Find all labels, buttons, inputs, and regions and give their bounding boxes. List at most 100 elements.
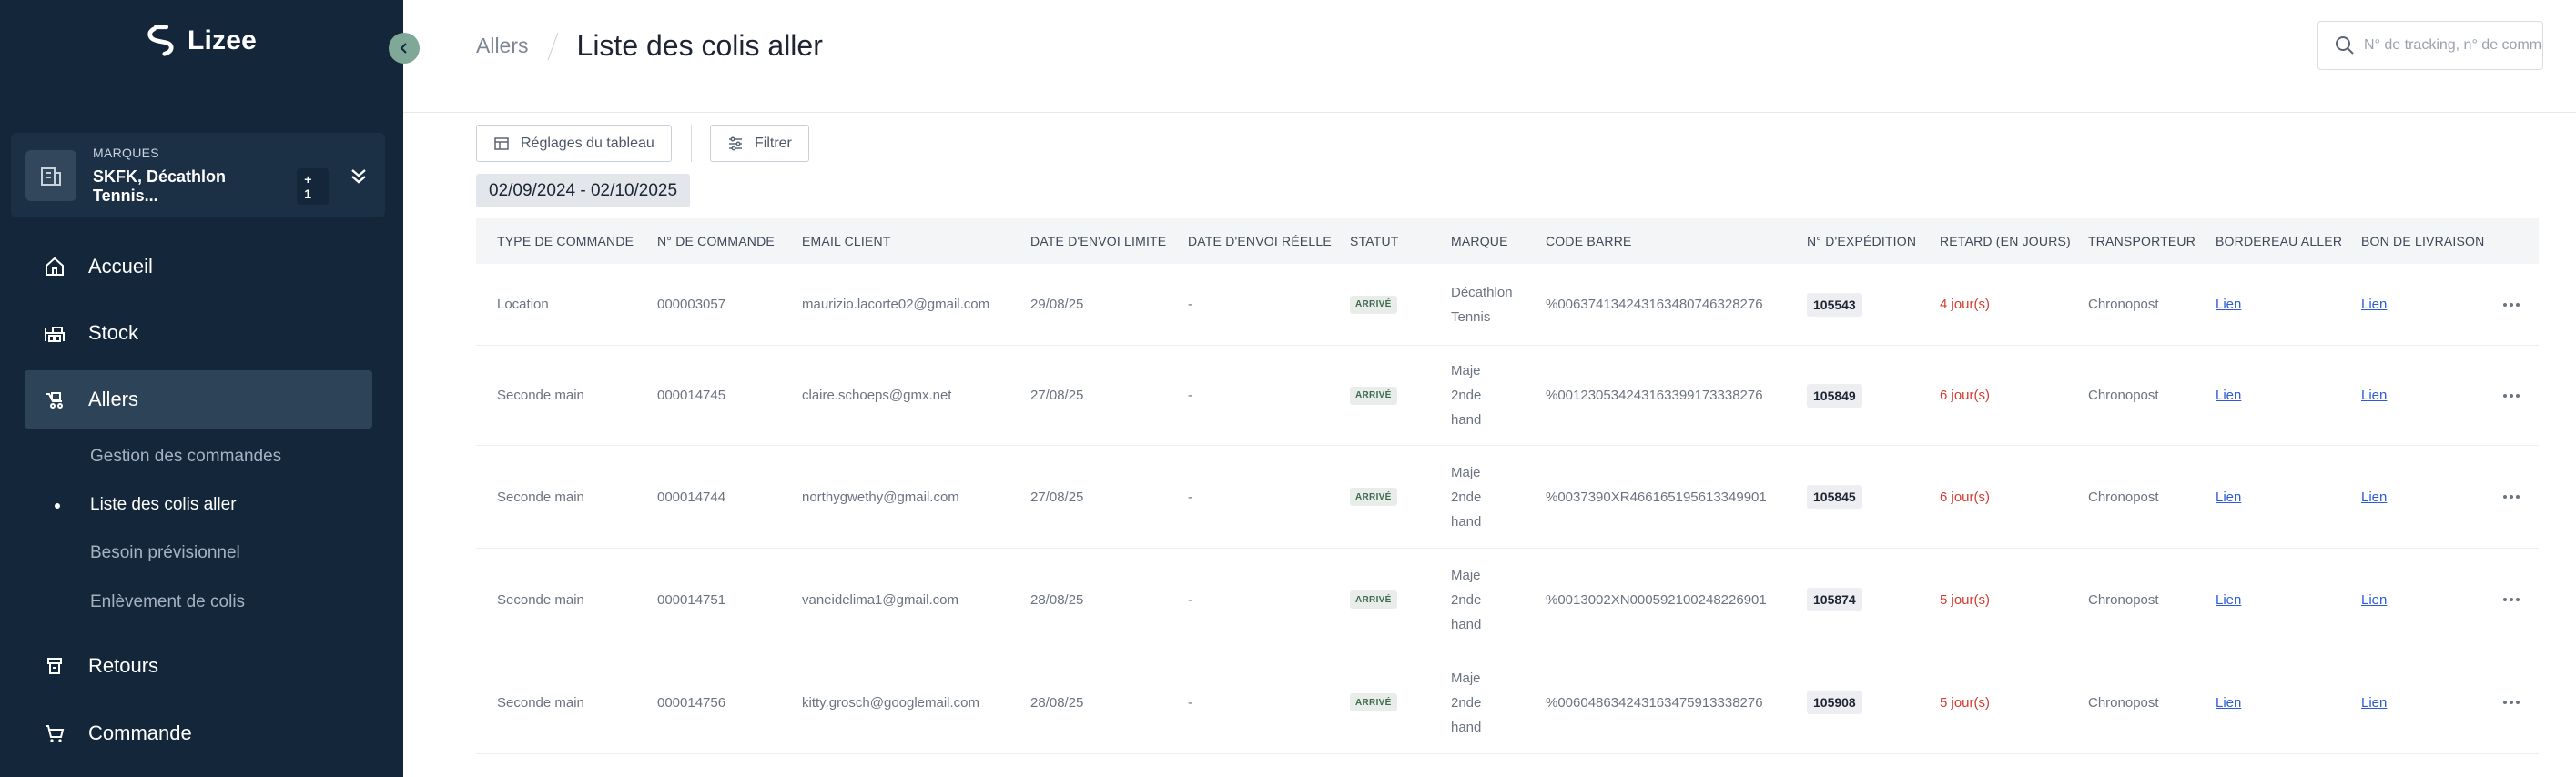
cell-order-number: 000014751 xyxy=(657,591,726,608)
cell-carrier: Chronopost xyxy=(2088,694,2159,711)
table-icon xyxy=(494,136,509,150)
subnav-liste-colis-aller[interactable]: Liste des colis aller xyxy=(90,495,237,515)
page-title: Liste des colis aller xyxy=(576,29,823,62)
cell-brand: Maje 2nde hand xyxy=(1451,567,1482,632)
cell-order-number: 000014744 xyxy=(657,489,726,505)
column-header[interactable]: DATE D'ENVOI RÉELLE xyxy=(1188,218,1332,264)
date-range-chip[interactable]: 02/09/2024 - 02/10/2025 xyxy=(476,174,691,207)
nav-label: Allers xyxy=(88,388,139,410)
table-row[interactable]: Location 000003057 maurizio.lacorte02@gm… xyxy=(476,264,2539,346)
search-input[interactable] xyxy=(2364,37,2542,54)
nav-label: Stock xyxy=(88,321,139,344)
cell-carrier: Chronopost xyxy=(2088,591,2159,608)
cell-order-number: 000014756 xyxy=(657,694,726,711)
filter-button[interactable]: Filtrer xyxy=(710,125,809,162)
shipment-number-badge: 105874 xyxy=(1807,588,1862,611)
outbound-slip-link[interactable]: Lien xyxy=(2216,489,2241,505)
parcels-table: TYPE DE COMMANDE N° DE COMMANDE EMAIL CL… xyxy=(476,218,2539,754)
nav-retours[interactable]: Retours xyxy=(25,637,372,695)
table-settings-button[interactable]: Réglages du tableau xyxy=(476,125,672,162)
cell-carrier: Chronopost xyxy=(2088,297,2159,312)
status-badge: ARRIVÉ xyxy=(1350,693,1397,711)
nav-commande[interactable]: Commande xyxy=(25,704,372,762)
cell-brand: Maje 2nde hand xyxy=(1451,363,1482,428)
subnav-gestion-commandes[interactable]: Gestion des commandes xyxy=(90,447,281,467)
delivery-note-link[interactable]: Lien xyxy=(2361,592,2387,608)
nav-stock[interactable]: Stock xyxy=(25,304,372,362)
subnav-besoin-previsionnel[interactable]: Besoin prévisionnel xyxy=(90,543,240,563)
column-header[interactable]: N° DE COMMANDE xyxy=(657,218,775,264)
page-header: Allers Liste des colis aller xyxy=(403,0,2576,113)
search-box[interactable] xyxy=(2317,21,2543,70)
cell-real-date: - xyxy=(1188,489,1192,505)
delivery-note-link[interactable]: Lien xyxy=(2361,489,2387,505)
outbound-slip-link[interactable]: Lien xyxy=(2216,388,2241,403)
cell-barcode: %0063741342431634807463282​76 xyxy=(1546,297,1763,312)
column-header[interactable]: MARQUE xyxy=(1451,218,1508,264)
delivery-note-link[interactable]: Lien xyxy=(2361,695,2387,711)
table-settings-label: Réglages du tableau xyxy=(521,135,654,151)
shipment-number-badge: 105908 xyxy=(1807,691,1862,714)
breadcrumb: Allers Liste des colis aller xyxy=(476,29,823,63)
outbound-slip-link[interactable]: Lien xyxy=(2216,695,2241,711)
cell-order-number: 000003057 xyxy=(657,297,726,312)
row-more-menu-icon[interactable] xyxy=(2501,264,2520,345)
cell-brand: Décathlon Tennis xyxy=(1451,284,1513,325)
outbound-slip-link[interactable]: Lien xyxy=(2216,297,2241,312)
filter-sliders-icon xyxy=(729,136,742,151)
column-header[interactable]: N° D'EXPÉDITION xyxy=(1807,218,1916,264)
cell-barcode: %006048634243163475913338276 xyxy=(1546,694,1763,711)
column-header[interactable]: STATUT xyxy=(1350,218,1399,264)
outbound-slip-link[interactable]: Lien xyxy=(2216,592,2241,608)
row-more-menu-icon[interactable] xyxy=(2501,549,2520,651)
subnav-enlevement-colis[interactable]: Enlèvement de colis xyxy=(90,592,245,612)
table-row[interactable]: Seconde main 000014745 claire.schoeps@gm… xyxy=(476,346,2539,446)
breadcrumb-separator xyxy=(547,32,558,60)
column-header[interactable]: EMAIL CLIENT xyxy=(802,218,891,264)
table-row[interactable]: Seconde main 000014744 northygwethy@gmai… xyxy=(476,446,2539,549)
cell-email: maurizio.lacorte02@gmail.com xyxy=(802,297,990,312)
cell-order-type: Location xyxy=(497,297,549,312)
cell-limit-date: 28/08/25 xyxy=(1030,591,1084,608)
cell-brand: Maje 2nde hand xyxy=(1451,670,1482,735)
delivery-note-link[interactable]: Lien xyxy=(2361,388,2387,403)
cell-delay: 6 jour(s) xyxy=(1940,388,1991,403)
cart-icon xyxy=(43,722,66,745)
nav-label: Accueil xyxy=(88,255,153,278)
chevron-double-down-icon[interactable] xyxy=(347,164,370,187)
nav-allers[interactable]: Allers xyxy=(25,370,372,429)
logo-text: Lizee xyxy=(188,25,258,56)
collapse-sidebar-button[interactable] xyxy=(389,33,420,64)
table-row[interactable]: Seconde main 000014751 vaneidelima1@gmai… xyxy=(476,549,2539,651)
sidebar: Lizee MARQUES SKFK, Décathlon Tennis... … xyxy=(0,0,403,777)
warehouse-icon xyxy=(43,321,66,345)
cell-limit-date: 27/08/25 xyxy=(1030,388,1084,403)
cell-email: kitty.grosch@googlemail.com xyxy=(802,694,980,711)
cell-real-date: - xyxy=(1188,694,1192,711)
table-row[interactable]: Seconde main 000014756 kitty.grosch@goog… xyxy=(476,651,2539,754)
column-header[interactable]: BON DE LIVRAISON xyxy=(2361,218,2484,264)
column-header[interactable]: CODE BARRE xyxy=(1546,218,1632,264)
column-header[interactable]: TYPE DE COMMANDE xyxy=(497,218,634,264)
status-badge: ARRIVÉ xyxy=(1350,386,1397,405)
cell-limit-date: 28/08/25 xyxy=(1030,694,1084,711)
delivery-note-link[interactable]: Lien xyxy=(2361,297,2387,312)
row-more-menu-icon[interactable] xyxy=(2501,346,2520,445)
brand-count-badge: + 1 xyxy=(297,167,329,205)
shipment-number-badge: 105849 xyxy=(1807,383,1862,408)
cell-limit-date: 27/08/25 xyxy=(1030,489,1084,505)
app-logo[interactable]: Lizee xyxy=(144,24,257,58)
shipment-number-badge: 105845 xyxy=(1807,485,1862,509)
column-header[interactable]: TRANSPORTEUR xyxy=(2088,218,2196,264)
cell-brand: Maje 2nde hand xyxy=(1451,464,1482,530)
column-header[interactable]: DATE D'ENVOI LIMITE xyxy=(1030,218,1166,264)
brand-selector[interactable]: MARQUES SKFK, Décathlon Tennis... + 1 xyxy=(11,133,385,217)
nav-accueil[interactable]: Accueil xyxy=(25,237,372,296)
column-header[interactable]: RETARD (EN JOURS) xyxy=(1940,218,2071,264)
brand-label: MARQUES xyxy=(93,145,159,160)
row-more-menu-icon[interactable] xyxy=(2501,651,2520,753)
column-header[interactable]: BORDEREAU ALLER xyxy=(2216,218,2342,264)
row-more-menu-icon[interactable] xyxy=(2501,446,2520,548)
table-header: TYPE DE COMMANDE N° DE COMMANDE EMAIL CL… xyxy=(476,218,2539,264)
breadcrumb-parent-link[interactable]: Allers xyxy=(476,34,529,58)
